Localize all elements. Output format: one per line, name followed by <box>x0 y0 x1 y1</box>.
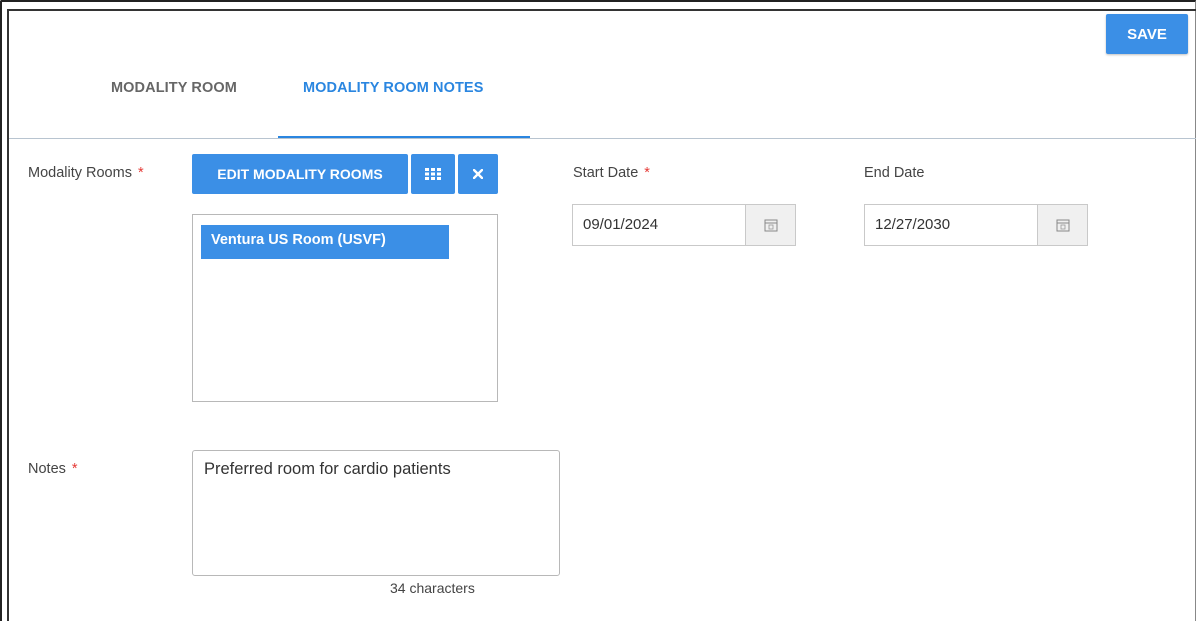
start-date-label: Start Date * <box>573 165 650 181</box>
end-date-label: End Date <box>864 165 925 181</box>
required-mark: * <box>71 461 78 477</box>
save-button[interactable]: SAVE <box>1106 14 1188 54</box>
modality-rooms-label: Modality Rooms * <box>28 165 144 181</box>
notes-char-count: 34 characters <box>390 580 475 596</box>
grid-icon <box>425 168 441 180</box>
notes-label: Notes * <box>28 461 78 477</box>
required-mark: * <box>137 165 144 181</box>
frame-border-top <box>7 9 1196 11</box>
tab-modality-room-notes[interactable]: MODALITY ROOM NOTES <box>303 80 483 96</box>
modality-rooms-label-text: Modality Rooms <box>28 165 132 181</box>
end-date-input[interactable]: 12/27/2030 <box>865 205 1037 245</box>
calendar-icon <box>1056 219 1069 232</box>
edit-modality-rooms-button[interactable]: EDIT MODALITY ROOMS <box>192 154 408 194</box>
tab-modality-room[interactable]: MODALITY ROOM <box>111 80 237 96</box>
notes-textarea[interactable]: Preferred room for cardio patients <box>192 450 560 576</box>
tab-divider <box>9 138 1196 139</box>
start-date-picker-button[interactable] <box>745 205 795 245</box>
end-date-field[interactable]: 12/27/2030 <box>864 204 1088 246</box>
end-date-picker-button[interactable] <box>1037 205 1087 245</box>
start-date-field[interactable]: 09/01/2024 <box>572 204 796 246</box>
modality-rooms-listbox[interactable]: Ventura US Room (USVF) <box>192 214 498 402</box>
calendar-icon <box>764 219 777 232</box>
required-mark: * <box>644 165 650 181</box>
notes-label-text: Notes <box>28 461 66 477</box>
tab-bar: MODALITY ROOM MODALITY ROOM NOTES <box>0 70 1196 142</box>
close-icon <box>473 169 483 179</box>
start-date-label-text: Start Date <box>573 165 639 181</box>
list-item[interactable]: Ventura US Room (USVF) <box>201 225 449 259</box>
start-date-input[interactable]: 09/01/2024 <box>573 205 745 245</box>
grid-view-button[interactable] <box>411 154 455 194</box>
clear-modality-rooms-button[interactable] <box>458 154 498 194</box>
